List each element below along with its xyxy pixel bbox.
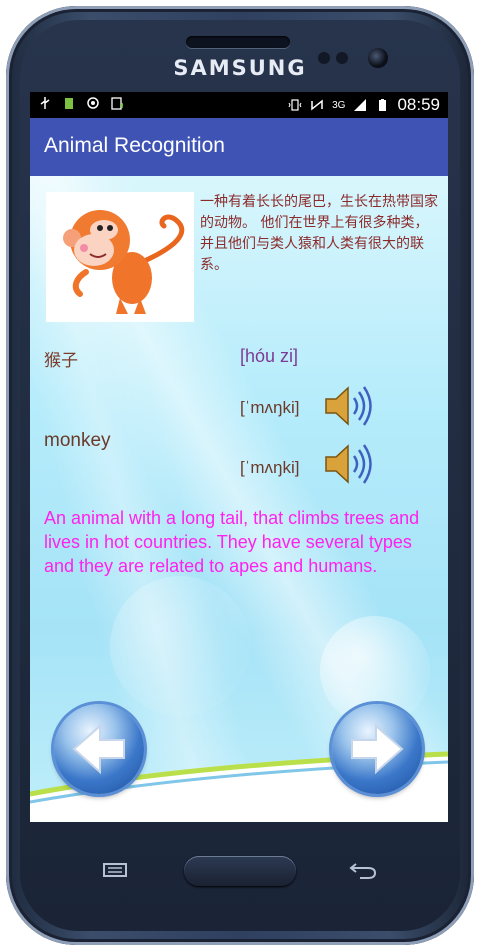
network-type-label: 3G	[332, 99, 346, 111]
app-title: Animal Recognition	[44, 134, 225, 157]
sync-icon	[87, 97, 99, 109]
earpiece-speaker	[186, 36, 290, 48]
phonetic-us: [ˈmʌŋki]	[240, 458, 300, 477]
description-chinese: 一种有着长长的尾巴，生长在热带国家的动物。 他们在世界上有很多种类，并且他们与类…	[200, 194, 438, 273]
clock: 08:59	[397, 95, 440, 114]
content-area: 一种有着长长的尾巴，生长在热带国家的动物。 他们在世界上有很多种类，并且他们与类…	[30, 176, 448, 822]
vibrate-icon	[288, 99, 302, 111]
home-button[interactable]	[184, 856, 296, 886]
battery-icon	[379, 99, 387, 111]
front-camera-icon	[368, 48, 388, 68]
word-english: monkey	[44, 430, 111, 451]
previous-button[interactable]	[54, 704, 144, 794]
definition-english: An animal with a long tail, that climbs …	[44, 508, 420, 576]
speaker-icon[interactable]	[322, 442, 372, 486]
light-sensor	[336, 52, 348, 64]
arrow-left-icon	[72, 723, 125, 775]
download-icon	[111, 97, 123, 110]
pinyin-text: [hóu zi]	[240, 346, 299, 366]
monkey-image	[46, 192, 194, 322]
speaker-icon[interactable]	[322, 384, 372, 428]
nfc-icon	[311, 99, 323, 111]
word-chinese: 猴子	[44, 351, 78, 371]
next-button[interactable]	[332, 704, 422, 794]
phonetic-uk: [ˈmʌŋki]	[240, 398, 300, 417]
status-bar: 3G 08:59	[30, 92, 448, 118]
background-bubble	[110, 576, 250, 716]
signal-icon	[354, 99, 367, 111]
menu-key-icon[interactable]	[100, 862, 130, 878]
battery-saver-icon	[65, 98, 73, 109]
arrow-right-icon	[351, 723, 404, 775]
brand-logo: SAMSUNG	[173, 56, 307, 80]
proximity-sensor	[318, 52, 330, 64]
usb-icon	[40, 97, 50, 109]
back-key-icon[interactable]	[348, 860, 378, 880]
screen: 3G 08:59 Animal Recognition 一种有着长长的尾巴，生长…	[30, 92, 448, 822]
app-bar: Animal Recognition	[30, 118, 448, 176]
